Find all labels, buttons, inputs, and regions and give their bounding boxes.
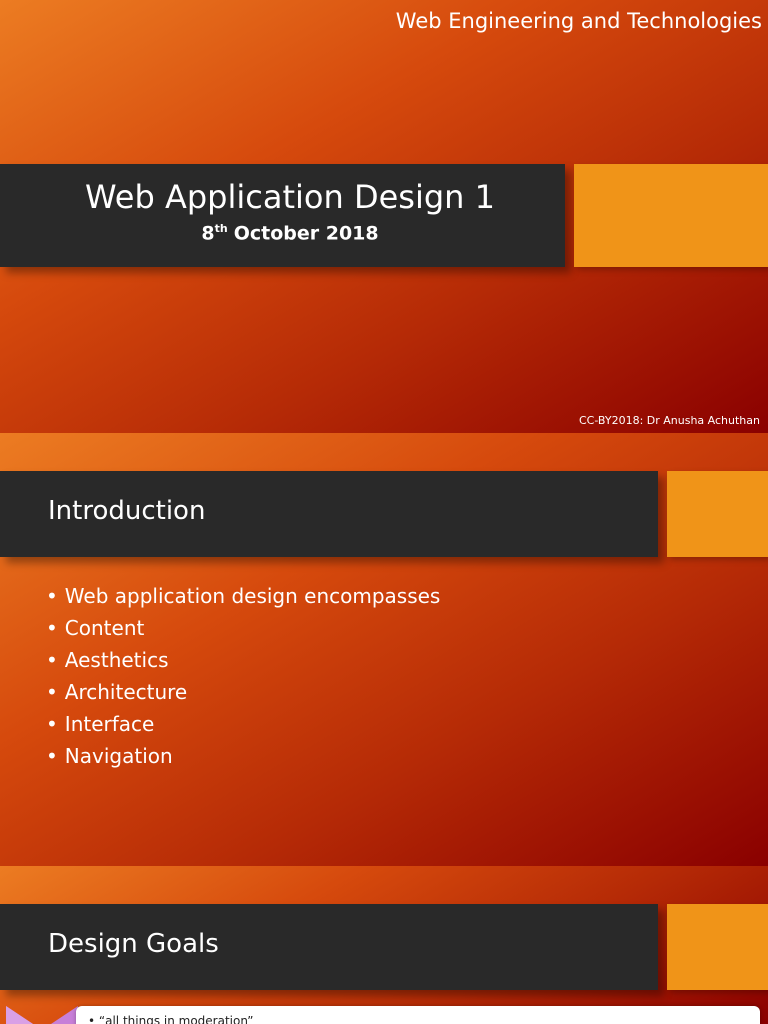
bullet-item: Interface bbox=[46, 708, 440, 740]
slide-design-goals[interactable]: Design Goals • “all things in moderation… bbox=[0, 866, 768, 1024]
slide-introduction[interactable]: Introduction Web application design enco… bbox=[0, 433, 768, 866]
title-bar: Introduction bbox=[0, 471, 658, 557]
slide-topic: Web Engineering and Technologies bbox=[395, 9, 762, 33]
title-bar: Web Application Design 1 8th October 2018 bbox=[0, 164, 565, 267]
slide-date: 8th October 2018 bbox=[0, 222, 580, 244]
chevron-decoration-icon bbox=[6, 1006, 78, 1024]
date-day: 8 bbox=[201, 222, 215, 245]
slide-credit: CC-BY2018: Dr Anusha Achuthan bbox=[578, 414, 760, 427]
slide-title[interactable]: Web Engineering and Technologies Web App… bbox=[0, 0, 768, 433]
slide-heading: Introduction bbox=[48, 496, 206, 526]
bullet-item: Navigation bbox=[46, 740, 440, 772]
accent-block bbox=[667, 471, 768, 557]
bullet-list: Web application design encompasses Conte… bbox=[46, 580, 441, 772]
card-text: • “all things in moderation” bbox=[88, 1014, 254, 1024]
accent-block bbox=[574, 164, 768, 267]
bullet-item: Architecture bbox=[46, 676, 440, 708]
bullet-item: Aesthetics bbox=[46, 644, 440, 676]
bullet-item: Web application design encompasses bbox=[46, 580, 441, 612]
bullet-item: Content bbox=[46, 612, 440, 644]
date-rest: October 2018 bbox=[233, 222, 379, 245]
slide-heading: Design Goals bbox=[48, 929, 219, 959]
smartart-card: • “all things in moderation” bbox=[76, 1006, 760, 1024]
date-suffix: th bbox=[214, 222, 228, 235]
accent-block bbox=[667, 904, 768, 990]
slide-main-title: Web Application Design 1 bbox=[85, 178, 495, 216]
title-bar: Design Goals bbox=[0, 904, 658, 990]
